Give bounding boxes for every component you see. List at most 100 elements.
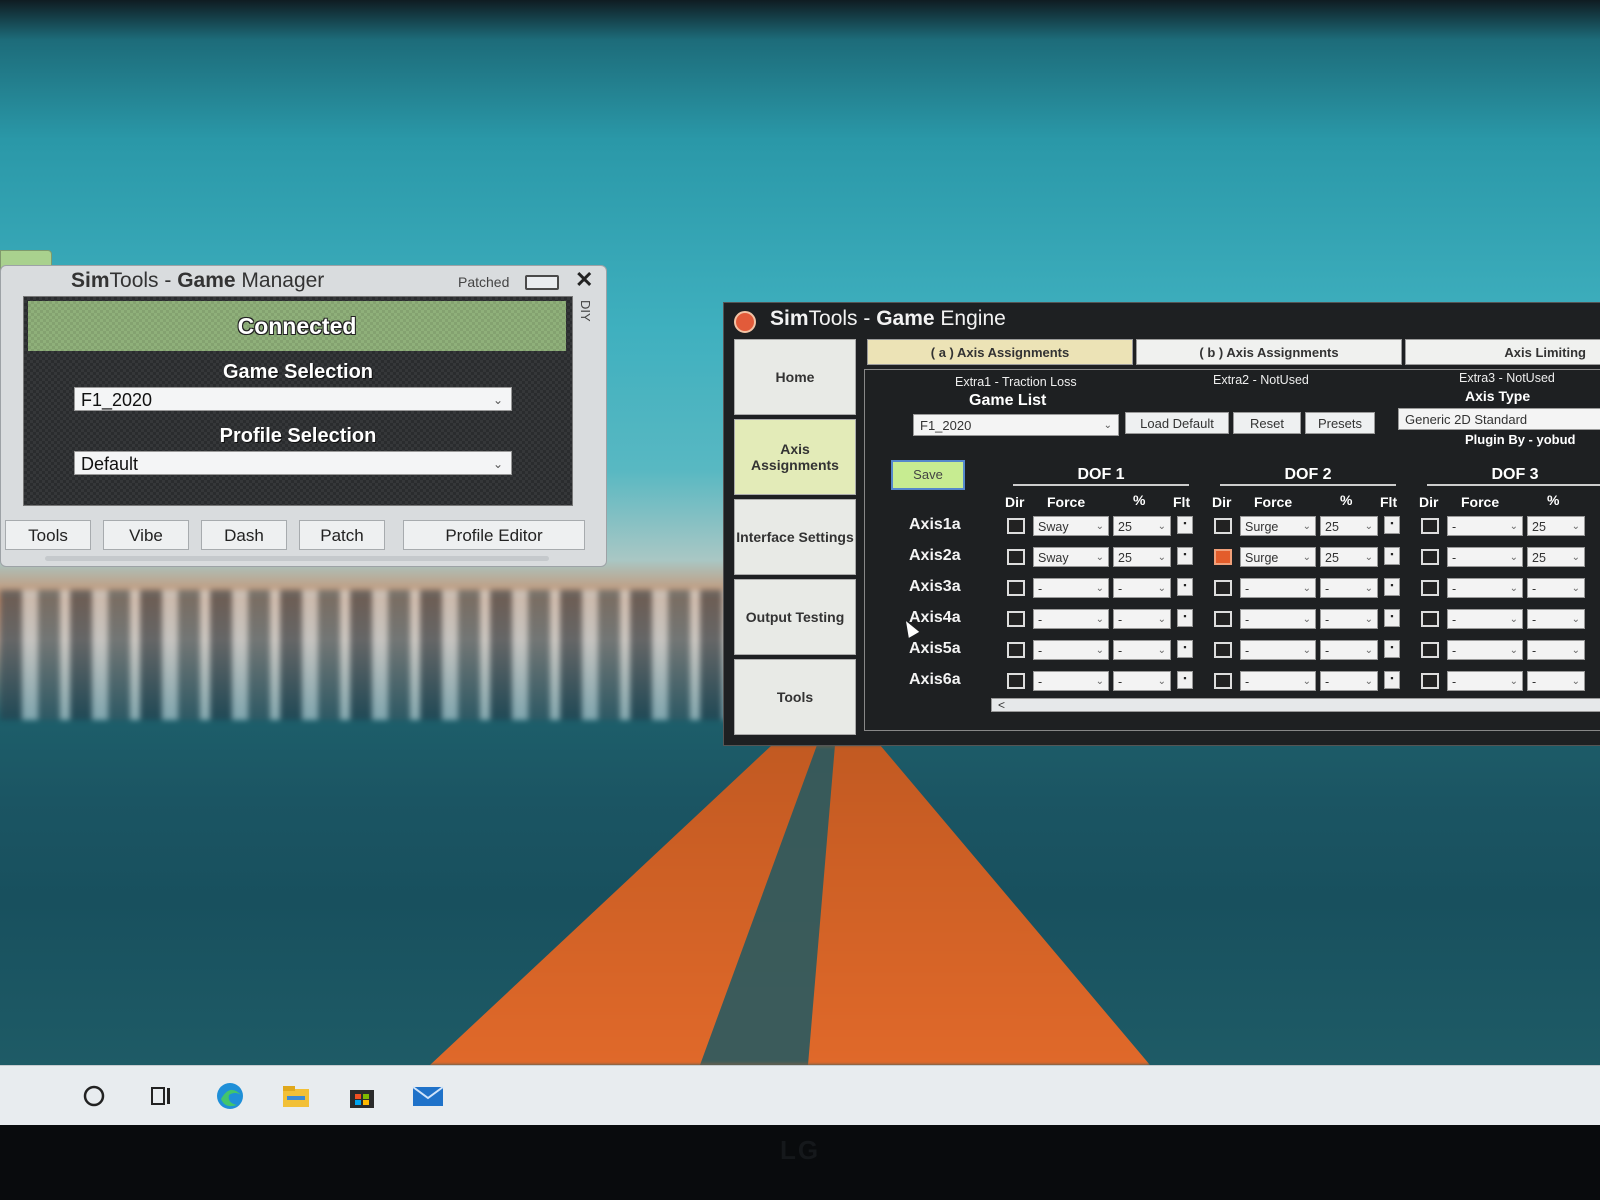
reset-button[interactable]: Reset <box>1233 412 1301 434</box>
game-selection-dropdown[interactable]: F1_2020 ⌄ <box>74 387 512 411</box>
dir-checkbox[interactable] <box>1007 518 1025 534</box>
dir-checkbox[interactable] <box>1421 580 1439 596</box>
file-explorer-icon[interactable] <box>280 1080 312 1112</box>
presets-button[interactable]: Presets <box>1305 412 1375 434</box>
filter-toggle[interactable]: ▪ <box>1177 671 1193 689</box>
grid-horizontal-scrollbar[interactable]: < <box>991 698 1600 712</box>
dir-checkbox[interactable] <box>1214 580 1232 596</box>
close-icon[interactable]: ✕ <box>575 267 593 293</box>
percent-dropdown[interactable]: 25 ⌄ <box>1320 547 1378 567</box>
dir-checkbox[interactable] <box>1214 642 1232 658</box>
percent-dropdown[interactable]: - ⌄ <box>1320 671 1378 691</box>
nav-interface-settings[interactable]: Interface Settings <box>734 499 856 575</box>
filter-toggle[interactable]: ▪ <box>1384 609 1400 627</box>
percent-dropdown[interactable]: - ⌄ <box>1527 640 1585 660</box>
percent-dropdown[interactable]: - ⌄ <box>1527 578 1585 598</box>
force-dropdown[interactable]: - ⌄ <box>1240 671 1316 691</box>
profile-selection-dropdown[interactable]: Default ⌄ <box>74 451 512 475</box>
force-dropdown[interactable]: - ⌄ <box>1033 609 1109 629</box>
force-dropdown[interactable]: Sway ⌄ <box>1033 516 1109 536</box>
force-dropdown[interactable]: - ⌄ <box>1447 578 1523 598</box>
dir-checkbox[interactable] <box>1421 518 1439 534</box>
filter-toggle[interactable]: ▪ <box>1177 640 1193 658</box>
percent-dropdown[interactable]: 25 ⌄ <box>1113 516 1171 536</box>
percent-dropdown[interactable]: - ⌄ <box>1320 578 1378 598</box>
filter-toggle[interactable]: ▪ <box>1177 516 1193 534</box>
percent-dropdown[interactable]: 25 ⌄ <box>1320 516 1378 536</box>
filter-toggle[interactable]: ▪ <box>1384 671 1400 689</box>
filter-toggle[interactable]: ▪ <box>1177 609 1193 627</box>
dir-checkbox[interactable] <box>1421 549 1439 565</box>
dir-checkbox[interactable] <box>1214 611 1232 627</box>
diy-tab[interactable]: DIY <box>578 300 593 322</box>
vibe-button[interactable]: Vibe <box>103 520 189 550</box>
force-dropdown[interactable]: - ⌄ <box>1240 640 1316 660</box>
dir-checkbox[interactable] <box>1421 611 1439 627</box>
dir-checkbox[interactable] <box>1214 518 1232 534</box>
force-dropdown[interactable]: - ⌄ <box>1447 671 1523 691</box>
force-dropdown[interactable]: - ⌄ <box>1447 547 1523 567</box>
chevron-down-icon: ⌄ <box>1302 676 1311 687</box>
percent-dropdown[interactable]: - ⌄ <box>1113 578 1171 598</box>
dir-checkbox[interactable] <box>1007 580 1025 596</box>
percent-dropdown[interactable]: 25 ⌄ <box>1113 547 1171 567</box>
force-dropdown[interactable]: - ⌄ <box>1240 578 1316 598</box>
filter-toggle[interactable]: ▪ <box>1177 578 1193 596</box>
dir-checkbox[interactable] <box>1007 673 1025 689</box>
tools-button[interactable]: Tools <box>5 520 91 550</box>
force-dropdown[interactable]: - ⌄ <box>1033 671 1109 691</box>
percent-dropdown[interactable]: - ⌄ <box>1113 640 1171 660</box>
force-dropdown[interactable]: Surge ⌄ <box>1240 547 1316 567</box>
horizontal-scrollbar[interactable] <box>45 556 549 561</box>
tab-axis-assignments-b[interactable]: ( b ) Axis Assignments <box>1136 339 1402 365</box>
dir-checkbox[interactable] <box>1214 549 1232 565</box>
force-dropdown[interactable]: Surge ⌄ <box>1240 516 1316 536</box>
percent-dropdown[interactable]: - ⌄ <box>1527 671 1585 691</box>
force-dropdown[interactable]: - ⌄ <box>1033 640 1109 660</box>
store-icon[interactable] <box>346 1080 378 1112</box>
force-dropdown[interactable]: - ⌄ <box>1033 578 1109 598</box>
filter-toggle[interactable]: ▪ <box>1384 640 1400 658</box>
percent-dropdown[interactable]: - ⌄ <box>1320 640 1378 660</box>
save-button[interactable]: Save <box>891 460 965 490</box>
force-dropdown[interactable]: - ⌄ <box>1447 609 1523 629</box>
percent-dropdown[interactable]: - ⌄ <box>1320 609 1378 629</box>
filter-toggle[interactable]: ▪ <box>1384 547 1400 565</box>
tab-axis-limiting[interactable]: Axis Limiting <box>1405 339 1600 365</box>
dir-checkbox[interactable] <box>1007 549 1025 565</box>
profile-editor-button[interactable]: Profile Editor <box>403 520 585 550</box>
force-dropdown[interactable]: Sway ⌄ <box>1033 547 1109 567</box>
tab-axis-assignments-a[interactable]: ( a ) Axis Assignments <box>867 339 1133 365</box>
filter-toggle[interactable]: ▪ <box>1177 547 1193 565</box>
dir-checkbox[interactable] <box>1214 673 1232 689</box>
percent-dropdown[interactable]: 25 ⌄ <box>1527 547 1585 567</box>
dir-checkbox[interactable] <box>1421 673 1439 689</box>
task-view-icon[interactable] <box>146 1080 178 1112</box>
game-list-dropdown[interactable]: F1_2020 ⌄ <box>913 414 1119 436</box>
dir-checkbox[interactable] <box>1007 611 1025 627</box>
percent-dropdown[interactable]: - ⌄ <box>1113 609 1171 629</box>
chevron-down-icon: ⌄ <box>1364 676 1373 687</box>
percent-dropdown[interactable]: - ⌄ <box>1113 671 1171 691</box>
force-dropdown[interactable]: - ⌄ <box>1447 516 1523 536</box>
axis-row-label: Axis6a <box>909 671 961 688</box>
axis-type-dropdown[interactable]: Generic 2D Standard <box>1398 408 1600 430</box>
load-default-button[interactable]: Load Default <box>1125 412 1229 434</box>
mail-icon[interactable] <box>412 1080 444 1112</box>
nav-axis-assignments[interactable]: Axis Assignments <box>734 419 856 495</box>
edge-browser-icon[interactable] <box>214 1080 246 1112</box>
dir-checkbox[interactable] <box>1421 642 1439 658</box>
patch-button[interactable]: Patch <box>299 520 385 550</box>
filter-toggle[interactable]: ▪ <box>1384 578 1400 596</box>
search-circle-icon[interactable] <box>78 1080 110 1112</box>
percent-dropdown[interactable]: - ⌄ <box>1527 609 1585 629</box>
nav-home[interactable]: Home <box>734 339 856 415</box>
force-dropdown[interactable]: - ⌄ <box>1240 609 1316 629</box>
force-dropdown[interactable]: - ⌄ <box>1447 640 1523 660</box>
nav-output-testing[interactable]: Output Testing <box>734 579 856 655</box>
nav-tools[interactable]: Tools <box>734 659 856 735</box>
dir-checkbox[interactable] <box>1007 642 1025 658</box>
percent-dropdown[interactable]: 25 ⌄ <box>1527 516 1585 536</box>
dash-button[interactable]: Dash <box>201 520 287 550</box>
filter-toggle[interactable]: ▪ <box>1384 516 1400 534</box>
